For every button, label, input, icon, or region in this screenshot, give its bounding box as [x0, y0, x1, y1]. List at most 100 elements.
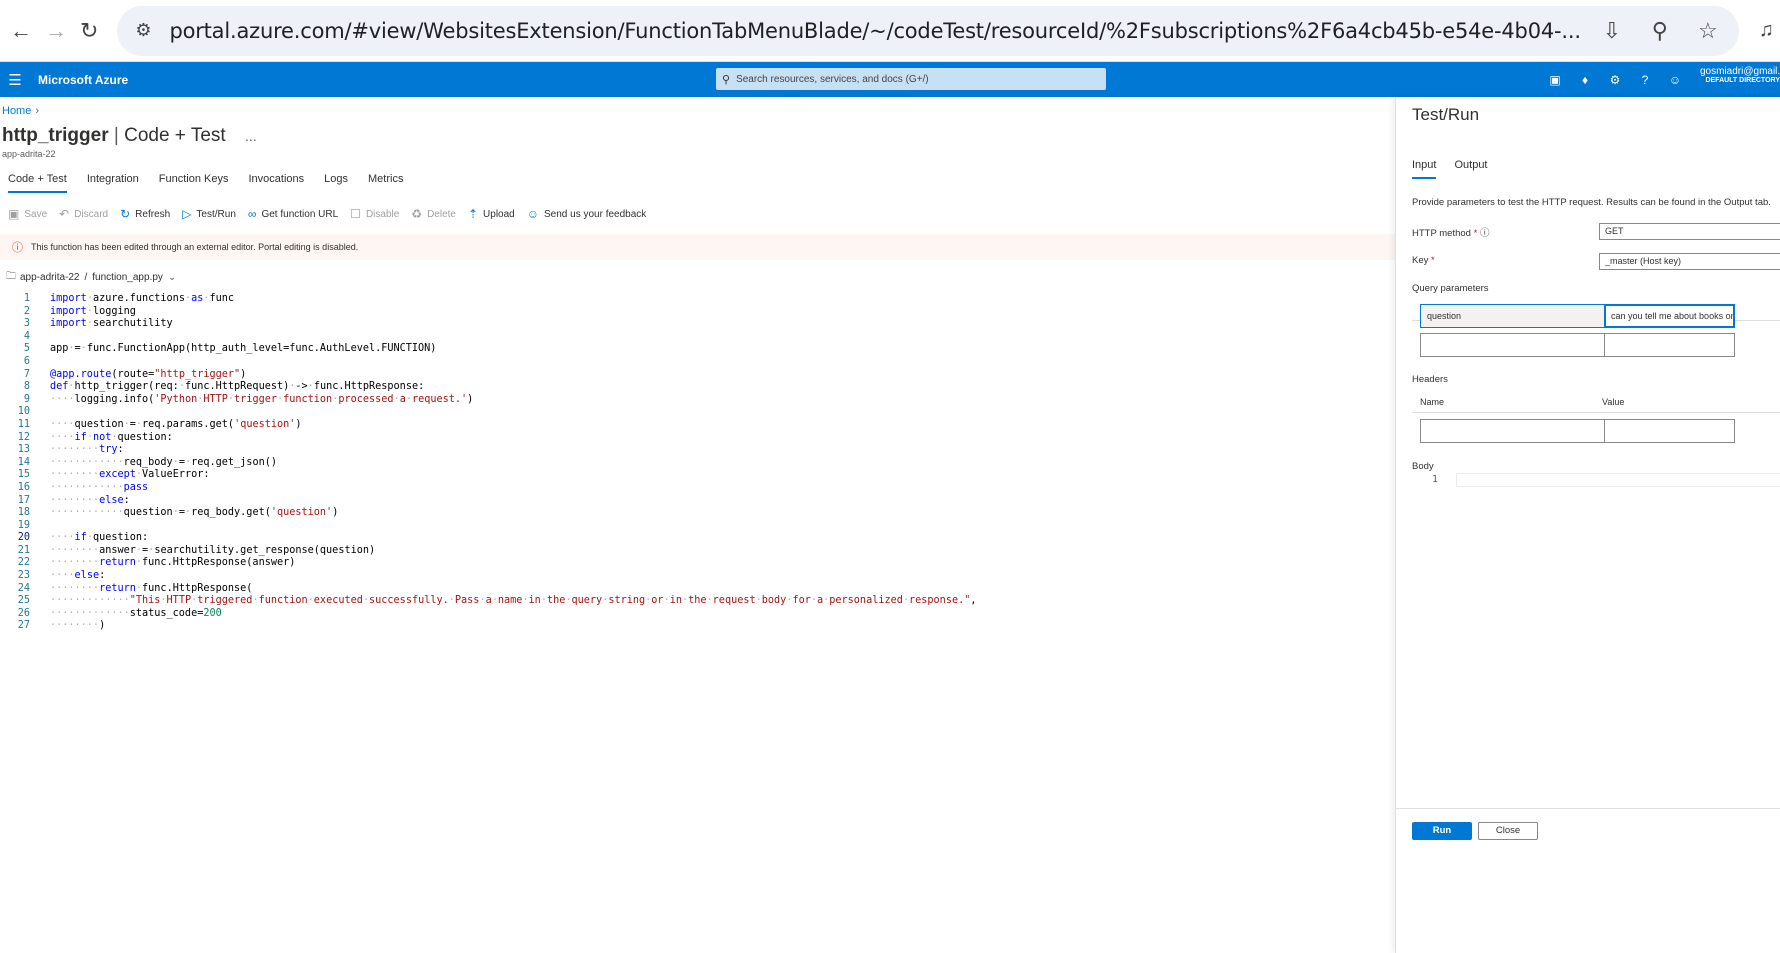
query-value-input[interactable]: can you tell me about books on: [1604, 304, 1735, 328]
upload-button[interactable]: ⇡ Upload: [468, 207, 515, 221]
code-line: 22 ········return·func.HttpResponse(answe…: [17, 557, 296, 569]
install-app-icon[interactable]: ⇩: [1595, 14, 1629, 48]
bookmark-star-icon[interactable]: ☆: [1691, 14, 1725, 48]
breadcrumb-home[interactable]: Home: [2, 105, 31, 117]
cloud-shell-icon[interactable]: ▣: [1540, 73, 1570, 87]
function-name: http_trigger: [2, 125, 109, 146]
global-search-input[interactable]: ⚲ Search resources, services, and docs (…: [716, 68, 1106, 90]
code-line: 15 ········except·ValueError:: [17, 469, 210, 481]
http-method-label-text: HTTP method: [1412, 228, 1471, 239]
tab-input[interactable]: Input: [1412, 159, 1437, 179]
code-line: 18 ············question·=·req_body.get('q…: [17, 507, 339, 519]
test-run-button[interactable]: ▷ Test/Run: [182, 207, 236, 221]
code-line: 12 ····if·not·question:: [17, 431, 173, 443]
code-line: 25 ·············"This·HTTP·triggered·func…: [17, 595, 977, 607]
notifications-icon[interactable]: ♦: [1570, 73, 1600, 87]
discard-button[interactable]: ↶ Discard: [59, 207, 108, 221]
run-button[interactable]: Run: [1412, 822, 1472, 840]
feedback-button[interactable]: ☺ Send us your feedback: [527, 207, 647, 221]
play-icon: ▷: [182, 207, 192, 221]
close-button[interactable]: Close: [1478, 822, 1538, 840]
code-line: 8 def·http_trigger(req:·func.HttpRequest)…: [23, 381, 425, 393]
account-info[interactable]: gosmiadri@gmail.com DEFAULT DIRECTORY: [1700, 66, 1780, 84]
path-separator: /: [84, 272, 88, 283]
code-line: 4: [23, 330, 30, 342]
divider: [1412, 412, 1780, 413]
query-name-input-empty[interactable]: [1420, 333, 1610, 357]
help-icon[interactable]: ?: [1630, 73, 1660, 87]
get-function-url-button[interactable]: ∞ Get function URL: [248, 207, 338, 221]
reload-icon[interactable]: ↻: [80, 14, 98, 48]
header-icons: ▣ ♦ ⚙ ? ☺: [1540, 62, 1690, 97]
forward-icon[interactable]: →: [45, 14, 67, 48]
header-value-header: Value: [1602, 397, 1625, 407]
settings-icon[interactable]: ⚙: [1600, 73, 1630, 87]
file-name[interactable]: function_app.py: [92, 272, 163, 283]
discard-label: Discard: [74, 208, 109, 220]
tab-integration[interactable]: Integration: [87, 173, 139, 193]
code-line: 11 ····question·=·req.params.get('questio…: [17, 418, 302, 430]
header-name-header: Name: [1420, 397, 1445, 407]
code-line: 13 ········try:: [17, 444, 124, 456]
code-editor[interactable]: 1 import·azure.functions·as·func 2 import·…: [0, 293, 977, 633]
panel-title: Test/Run: [1412, 105, 1480, 124]
code-line: 20 ····if·question:: [17, 532, 149, 544]
tab-metrics[interactable]: Metrics: [368, 173, 403, 193]
delete-button[interactable]: ♻ Delete: [411, 207, 456, 221]
upload-label: Upload: [483, 208, 515, 220]
key-select[interactable]: _master (Host key): [1599, 253, 1780, 270]
code-line: 26 ·············status_code=200: [17, 607, 222, 619]
tab-logs[interactable]: Logs: [324, 173, 348, 193]
tab-invocations[interactable]: Invocations: [249, 173, 305, 193]
body-line-number: 1: [1432, 474, 1439, 485]
refresh-button[interactable]: ↻ Refresh: [120, 207, 170, 221]
code-line: 14 ············req_body·=·req.get_json(): [17, 456, 277, 468]
azure-brand[interactable]: Microsoft Azure: [38, 73, 128, 87]
required-marker: *: [1473, 228, 1478, 239]
address-bar[interactable]: ⚙ portal.azure.com/#view/WebsitesExtensi…: [117, 5, 1739, 56]
folder-icon: 🗀: [6, 271, 16, 282]
chevron-down-icon[interactable]: ⌄: [168, 272, 176, 283]
http-method-select[interactable]: GET: [1599, 223, 1780, 240]
tab-output[interactable]: Output: [1454, 159, 1487, 179]
header-value-input[interactable]: [1604, 419, 1735, 443]
info-icon[interactable]: ⓘ: [1480, 228, 1490, 239]
page-title: http_trigger | Code + Test ...: [2, 125, 257, 147]
query-value-input-empty[interactable]: [1604, 333, 1735, 357]
tab-code-test[interactable]: Code + Test: [8, 173, 67, 193]
body-editor[interactable]: [1456, 473, 1780, 487]
user-email: gosmiadri@gmail.com: [1700, 66, 1780, 77]
discard-icon: ↶: [59, 207, 70, 221]
code-line: 3 import·searchutility: [23, 318, 173, 330]
disable-button[interactable]: ☐ Disable: [350, 207, 399, 221]
panel-description: Provide parameters to test the HTTP requ…: [1412, 197, 1771, 208]
header-name-input[interactable]: [1420, 419, 1610, 443]
refresh-label: Refresh: [135, 208, 171, 220]
warning-banner: ⓘ This function has been edited through …: [0, 234, 1395, 260]
url-text[interactable]: portal.azure.com/#view/WebsitesExtension…: [169, 19, 1580, 43]
site-settings-icon[interactable]: ⚙: [131, 19, 155, 43]
file-path: 🗀 app-adrita-22 / function_app.py ⌄: [6, 269, 176, 286]
code-line: 6: [23, 355, 30, 367]
browser-toolbar: ← → ↻ ⚙ portal.azure.com/#view/WebsitesE…: [0, 0, 1780, 62]
get-url-label: Get function URL: [261, 208, 339, 220]
zoom-icon[interactable]: ⚲: [1643, 14, 1677, 48]
more-options-icon[interactable]: ...: [245, 128, 257, 144]
code-line: 27 ········): [17, 620, 106, 632]
query-name-input[interactable]: question: [1420, 304, 1610, 328]
file-app-name[interactable]: app-adrita-22: [20, 272, 79, 283]
media-control-icon[interactable]: ♫: [1759, 14, 1774, 48]
back-icon[interactable]: ←: [10, 14, 32, 48]
test-run-label: Test/Run: [196, 208, 236, 220]
menu-icon[interactable]: ☰: [0, 71, 30, 89]
feedback-icon[interactable]: ☺: [1660, 73, 1690, 87]
main-content: Home › http_trigger | Code + Test ... app…: [0, 97, 1395, 953]
checkbox-icon: ☐: [350, 207, 361, 221]
test-run-panel: Test/Run Input Output Provide parameters…: [1395, 97, 1780, 953]
tab-function-keys[interactable]: Function Keys: [159, 173, 229, 193]
save-button[interactable]: ▣ Save: [8, 207, 47, 221]
feedback-label: Send us your feedback: [544, 208, 647, 220]
code-line: 2 import·logging: [23, 305, 136, 317]
breadcrumb: Home ›: [2, 105, 39, 117]
code-line: 5 app·=·func.FunctionApp(http_auth_level=…: [23, 343, 437, 355]
